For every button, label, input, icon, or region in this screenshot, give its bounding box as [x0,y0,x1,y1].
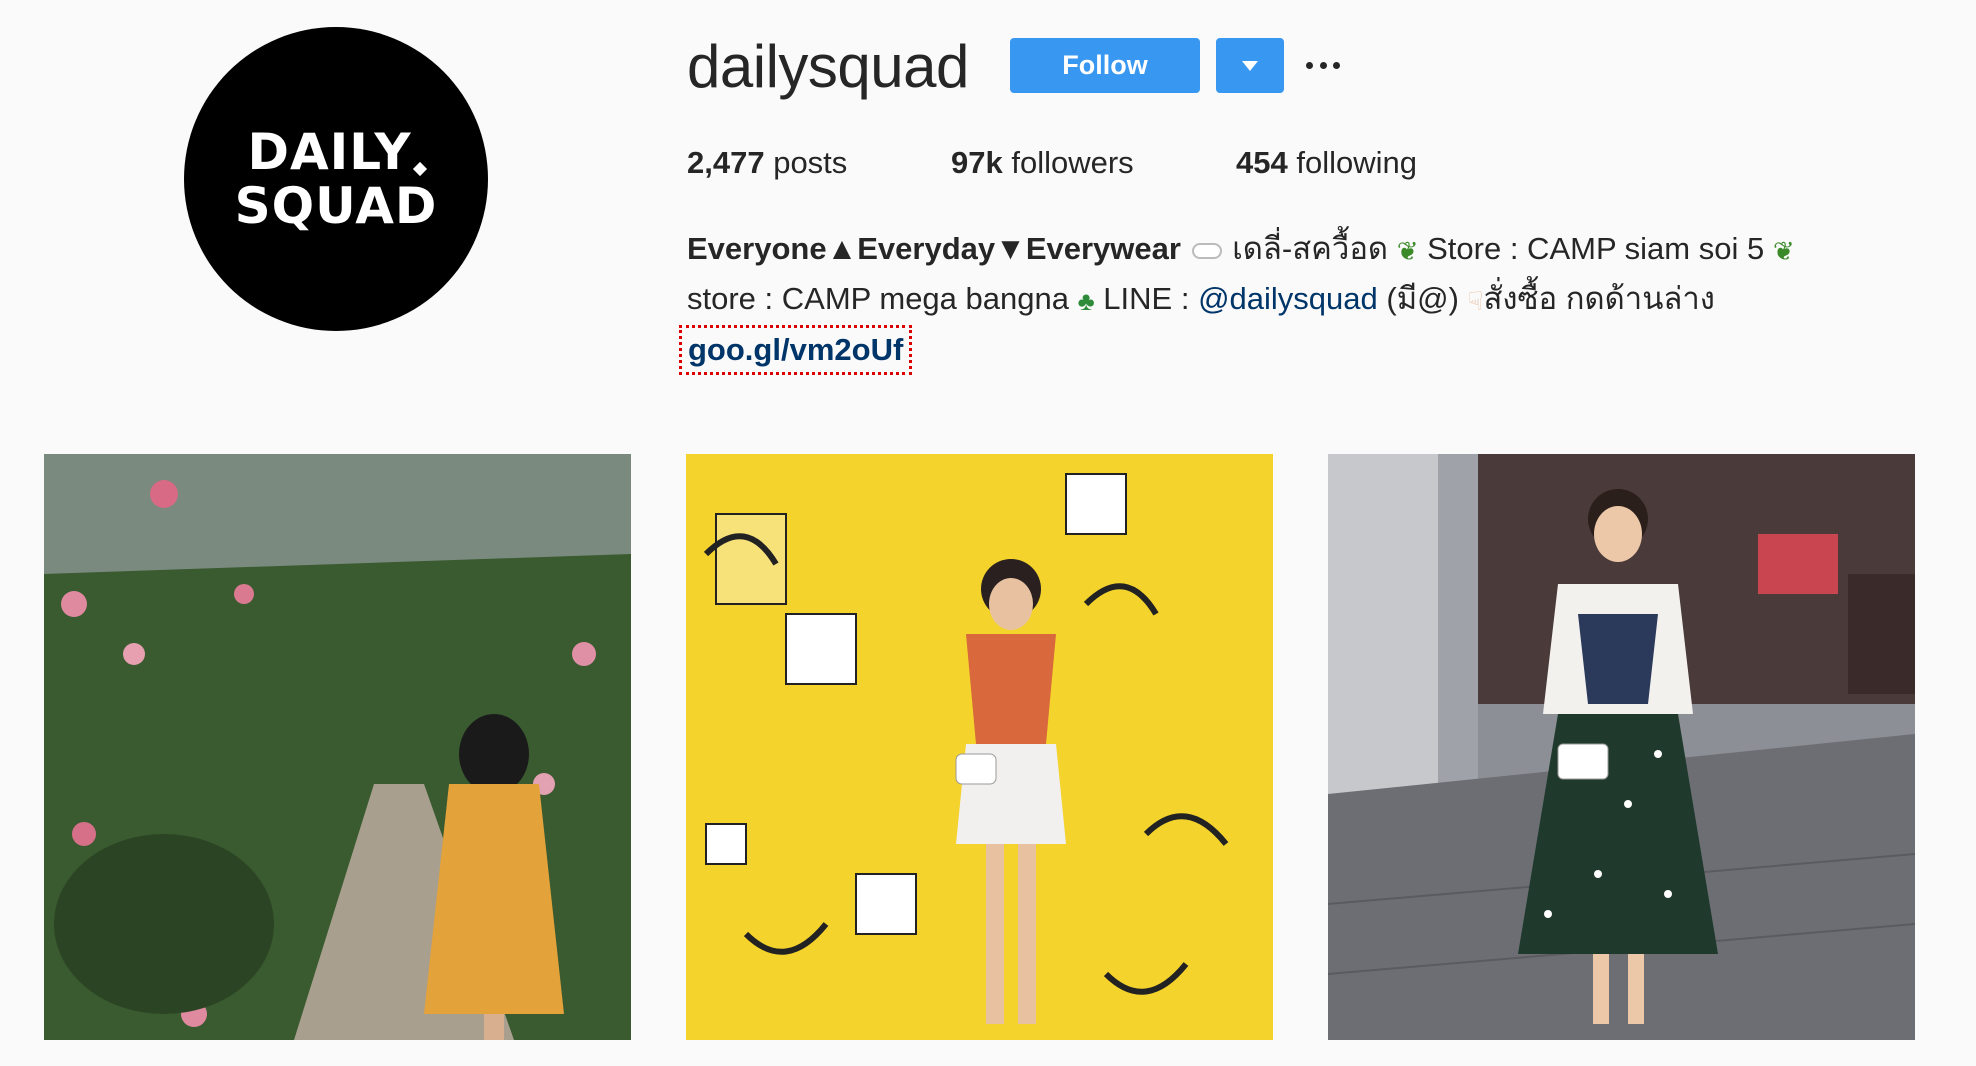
profile-page: DAILY SQUAD dailysquad Follow 2,477 post… [0,0,1976,1066]
post-thumbnail-1[interactable] [44,454,631,1040]
leaf-icon: ❦ [1772,235,1795,266]
more-dot-icon [1333,61,1340,69]
bio-order-text: สั่งซื้อ กดด้านล่าง [1483,280,1715,316]
bio-line-label: LINE : [1103,280,1190,316]
followers-link[interactable]: 97k followers [951,145,1134,181]
profile-full-name: Everyone▲Everyday▼Everywear [687,231,1181,266]
cloud-icon [1191,242,1222,259]
more-dot-icon [1319,61,1327,69]
post-thumbnail-2[interactable] [686,454,1273,1040]
bio-store-1: Store : CAMP siam soi 5 [1427,231,1765,266]
more-dot-icon [1306,61,1313,69]
post-image-yellow-wall [686,454,1273,1040]
posts-count: 2,477 posts [687,145,848,180]
mention-link[interactable]: @dailysquad [1198,281,1378,316]
following-link[interactable]: 454 following [1236,145,1417,181]
follow-button[interactable]: Follow [1010,38,1200,93]
pointing-hand-icon: ☟ [1467,285,1484,316]
suggested-accounts-dropdown-button[interactable] [1216,38,1284,93]
bio-thai-brand: เดลี่-สควื้อด [1232,231,1389,266]
bio-store-2: store : CAMP mega bangna [687,280,1069,316]
cactus-icon: ♣ [1077,285,1095,316]
avatar-logo-line-2: SQUAD [234,177,438,235]
more-options-button[interactable] [1306,50,1340,80]
leaf-icon: ❦ [1396,235,1419,266]
avatar-logo-line-1: DAILY [247,126,427,178]
profile-username: dailysquad [687,33,969,100]
post-thumbnail-3[interactable] [1328,454,1915,1040]
bio-line-note: (มี@) [1386,280,1459,316]
bio-line-1: Everyone▲Everyday▼Everywear เดลี่-สควื้อ… [687,225,1887,275]
caret-down-icon [1242,60,1258,71]
profile-avatar[interactable]: DAILY SQUAD [184,27,488,331]
profile-bio: Everyone▲Everyday▼Everywear เดลี่-สควื้อ… [679,225,1887,375]
post-image-garden [44,454,631,1040]
bio-line-2: store : CAMP mega bangna ♣ LINE : @daily… [687,275,1887,325]
post-image-street [1328,454,1915,1040]
bio-line-3: goo.gl/vm2oUf [679,324,1887,375]
bio-link-highlight: goo.gl/vm2oUf [679,324,913,375]
bio-website-link[interactable]: goo.gl/vm2oUf [688,332,903,367]
